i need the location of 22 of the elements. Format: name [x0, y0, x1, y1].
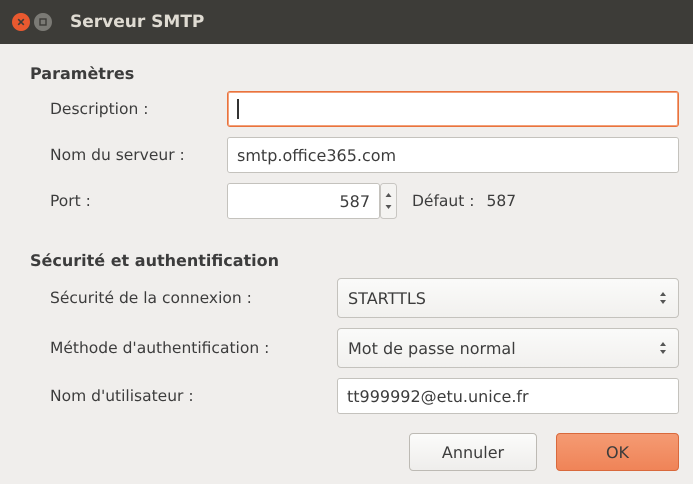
- close-icon[interactable]: [12, 13, 30, 31]
- field-label: Nom du serveur :: [50, 146, 186, 164]
- minimize-icon[interactable]: [34, 13, 52, 31]
- field-label: Port :: [50, 192, 92, 210]
- port-field[interactable]: 587: [227, 183, 380, 219]
- dialog-button[interactable]: Annuler: [409, 433, 537, 471]
- field-label: Sécurité de la connexion :: [50, 289, 253, 307]
- dropdown[interactable]: STARTTLS: [337, 278, 679, 318]
- text-field[interactable]: smtp.office365.com: [227, 137, 679, 173]
- field-label: Méthode d'authentification :: [50, 339, 270, 357]
- dialog-button[interactable]: OK: [556, 433, 679, 471]
- spinner-arrows-icon[interactable]: [380, 183, 397, 219]
- field-label: Nom d'utilisateur :: [50, 387, 195, 405]
- field-label: Description :: [50, 100, 150, 118]
- default-value: 587: [486, 192, 516, 210]
- text-field[interactable]: tt999992@etu.unice.fr: [337, 378, 679, 414]
- window-title: Serveur SMTP: [70, 12, 204, 32]
- text-field[interactable]: [227, 91, 679, 127]
- default-label: Défaut :: [412, 192, 474, 210]
- section-heading: Paramètres: [30, 64, 136, 83]
- section-heading: Sécurité et authentification: [30, 251, 280, 270]
- dropdown[interactable]: Mot de passe normal: [337, 328, 679, 368]
